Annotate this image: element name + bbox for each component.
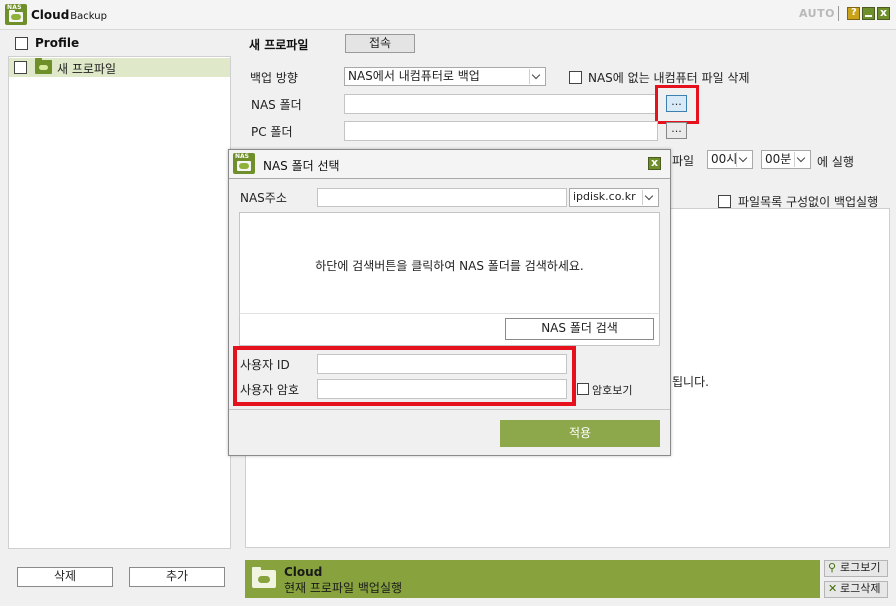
auto-label[interactable]: AUTO	[799, 7, 835, 20]
highlight-credentials-box	[233, 346, 576, 406]
search-icon: ⚲	[828, 561, 837, 574]
dialog-divider	[229, 409, 670, 410]
schedule-hour-value: 00시	[711, 152, 738, 166]
cloud-icon	[239, 163, 249, 169]
close-icon: ✕	[828, 582, 838, 595]
nas-folder-input[interactable]	[344, 94, 658, 114]
close-icon: x	[880, 6, 888, 19]
app-logo: NAS	[5, 4, 27, 25]
show-password-label: 암호보기	[592, 384, 633, 397]
highlight-browse-box	[655, 85, 699, 124]
add-profile-button[interactable]: 추가	[129, 567, 225, 587]
chevron-down-icon	[642, 190, 656, 205]
title-bar	[0, 0, 896, 30]
app-title-bold: Cloud	[31, 8, 70, 22]
minimize-button[interactable]	[862, 7, 875, 20]
backup-direction-value: NAS에서 내컴퓨터로 백업	[348, 69, 480, 83]
close-button[interactable]: x	[877, 6, 890, 20]
cloud-folder-icon	[252, 567, 276, 588]
dialog-title: NAS 폴더 선택	[263, 159, 340, 173]
backup-direction-select[interactable]: NAS에서 내컴퓨터로 백업	[344, 67, 546, 86]
profile-title: 새 프로파일	[249, 38, 309, 52]
close-icon: x	[651, 156, 659, 169]
select-all-profiles-checkbox[interactable]	[15, 37, 28, 50]
nas-folder-label: NAS 폴더	[251, 98, 302, 112]
profile-header-label: Profile	[35, 36, 80, 50]
profile-item-label[interactable]: 새 프로파일	[57, 60, 116, 77]
delete-missing-checkbox[interactable]	[569, 71, 582, 84]
profile-list	[8, 56, 231, 549]
dialog-logo: NAS	[233, 153, 255, 174]
pc-folder-input[interactable]	[344, 121, 658, 141]
delete-profile-button[interactable]: 삭제	[17, 567, 113, 587]
delete-missing-label: NAS에 없는 내컴퓨터 파일 삭제	[588, 71, 750, 85]
nas-domain-select[interactable]: ipdisk.co.kr	[569, 188, 659, 207]
run-label: 에 실행	[817, 155, 854, 169]
dialog-close-button[interactable]: x	[648, 156, 661, 170]
partial-info-text: 됩니다.	[672, 375, 709, 389]
pc-folder-label: PC 폴더	[251, 125, 293, 139]
connect-button[interactable]: 접속	[345, 34, 415, 53]
schedule-minute-value: 00분	[765, 152, 792, 166]
dialog-logo-text: NAS	[235, 153, 249, 160]
status-subtitle: 현재 프로파일 백업실행	[284, 581, 403, 595]
title-separator	[838, 6, 839, 21]
schedule-minute-select[interactable]: 00분	[761, 150, 811, 169]
log-view-button[interactable]: ⚲ 로그보기	[824, 560, 888, 577]
chevron-down-icon	[794, 152, 808, 167]
search-instruction-text: 하단에 검색버튼을 클릭하여 NAS 폴더를 검색하세요.	[315, 259, 584, 273]
status-title: Cloud	[284, 565, 323, 579]
pc-folder-browse-button[interactable]: ...	[666, 122, 687, 139]
help-icon: ?	[851, 7, 857, 18]
profile-folder-icon	[35, 58, 52, 74]
schedule-suffix-label: 파일	[672, 154, 695, 168]
chevron-down-icon	[736, 152, 750, 167]
backup-direction-label: 백업 방향	[250, 71, 298, 85]
nas-address-label: NAS주소	[240, 191, 287, 205]
nas-domain-value: ipdisk.co.kr	[573, 190, 636, 203]
help-button[interactable]: ?	[847, 7, 860, 20]
app-title-small: Backup	[70, 11, 107, 22]
apply-button[interactable]: 적용	[500, 420, 660, 447]
nas-folder-search-button[interactable]: NAS 폴더 검색	[505, 318, 654, 340]
profile-item-checkbox[interactable]	[14, 61, 27, 74]
schedule-hour-select[interactable]: 00시	[707, 150, 753, 169]
chevron-down-icon	[529, 69, 543, 84]
nas-address-input[interactable]	[317, 188, 567, 207]
log-delete-label: 로그삭제	[840, 582, 881, 595]
log-view-label: 로그보기	[840, 561, 881, 574]
no-file-list-checkbox[interactable]	[718, 195, 731, 208]
log-delete-button[interactable]: ✕ 로그삭제	[824, 581, 888, 598]
show-password-checkbox[interactable]	[577, 383, 589, 395]
cloud-icon	[11, 14, 21, 20]
app-title: CloudBackup	[31, 8, 107, 22]
